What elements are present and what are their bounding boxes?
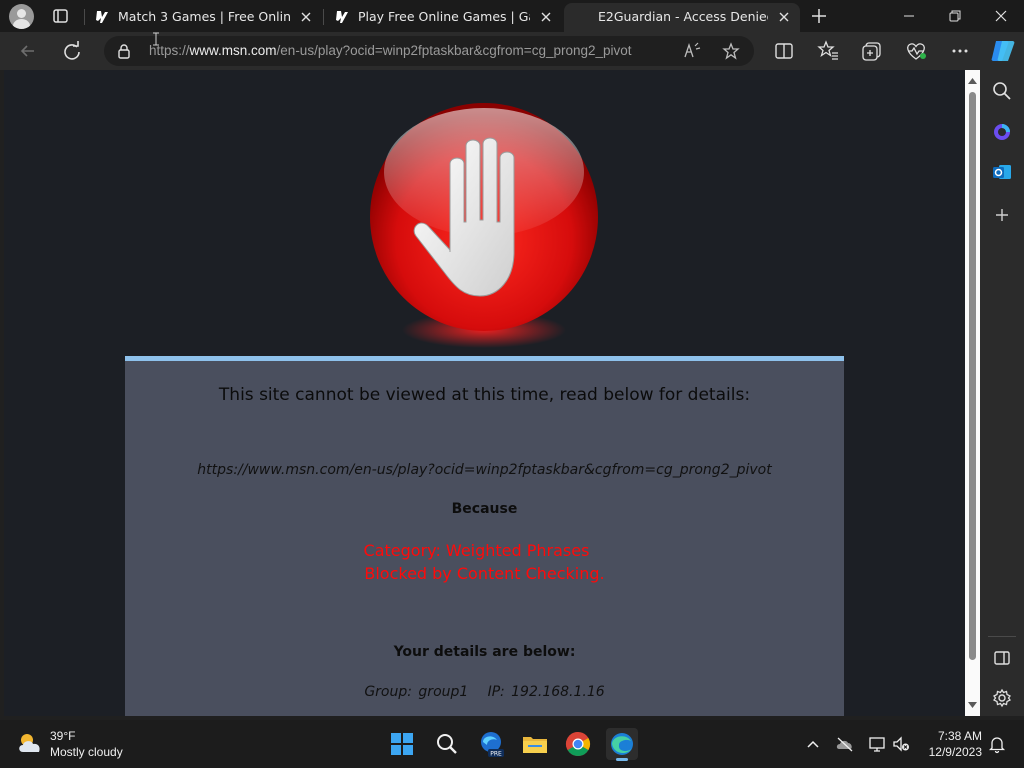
because-label: Because <box>451 501 518 517</box>
tab-title: E2Guardian - Access Denied <box>598 9 768 24</box>
chrome-icon[interactable] <box>562 728 594 760</box>
tab-strip: Match 3 Games | Free Online Ma Play Free… <box>0 0 1024 32</box>
user-details: Group: group1 IP: 192.168.1.16 <box>364 684 605 700</box>
scroll-down-icon[interactable] <box>967 700 978 710</box>
scroll-up-icon[interactable] <box>967 76 978 86</box>
favorite-star-icon[interactable] <box>722 42 740 60</box>
edge-taskbar-button[interactable] <box>606 728 638 761</box>
back-arrow-icon[interactable] <box>14 39 42 63</box>
block-reason: Blocked by Content Checking. <box>364 564 605 583</box>
msn-games-icon <box>96 11 108 23</box>
details-heading: Your details are below: <box>393 644 576 660</box>
onedrive-offline-icon[interactable] <box>835 734 855 754</box>
browser-toolbar: https://www.msn.com/en-us/play?ocid=winp… <box>0 32 1024 70</box>
blocked-url: https://www.msn.com/en-us/play?ocid=winp… <box>197 462 772 478</box>
weather-description[interactable]: Mostly cloudy <box>50 745 123 759</box>
page-scrollbar[interactable] <box>965 70 980 716</box>
close-tab-icon[interactable] <box>538 9 554 25</box>
notification-bell-icon[interactable] <box>987 734 1007 754</box>
favorites-icon[interactable] <box>814 39 842 63</box>
clock-time[interactable]: 7:38 AM <box>924 729 982 743</box>
stop-hand-icon <box>370 103 598 348</box>
sidebar-settings-gear-icon[interactable] <box>990 686 1014 710</box>
browser-essentials-icon[interactable] <box>902 39 930 63</box>
tab-play-free-games[interactable]: Play Free Online Games | Games <box>326 3 562 32</box>
msn-games-icon <box>336 11 348 23</box>
close-window-icon[interactable] <box>978 0 1024 32</box>
windows-taskbar: 39°F Mostly cloudy PRE 7:38 AM 12/9/2023 <box>0 720 1024 768</box>
weather-cloudy-icon[interactable] <box>16 730 44 756</box>
profile-avatar[interactable] <box>9 4 34 29</box>
chevron-up-icon[interactable] <box>803 734 823 754</box>
tab-actions-icon[interactable] <box>46 4 74 28</box>
split-screen-icon[interactable] <box>770 39 798 63</box>
add-sidebar-app-icon[interactable] <box>990 203 1014 227</box>
scroll-thumb[interactable] <box>969 92 976 660</box>
tab-title: Play Free Online Games | Games <box>358 9 530 24</box>
tab-separator <box>323 9 324 25</box>
new-tab-icon[interactable] <box>806 4 832 28</box>
minimize-icon[interactable] <box>886 0 932 32</box>
address-bar[interactable]: https://www.msn.com/en-us/play?ocid=winp… <box>104 36 754 66</box>
more-options-icon[interactable] <box>946 39 974 63</box>
copilot-icon[interactable] <box>988 37 1018 65</box>
page-heading: This site cannot be viewed at this time,… <box>218 385 751 405</box>
close-tab-icon[interactable] <box>776 9 792 25</box>
block-category: Category: Weighted Phrases <box>363 541 590 560</box>
page-viewport: This site cannot be viewed at this time,… <box>4 70 965 716</box>
svg-text:PRE: PRE <box>490 751 502 758</box>
search-icon[interactable] <box>431 728 463 760</box>
restore-icon[interactable] <box>932 0 978 32</box>
edge-beta-icon[interactable]: PRE <box>475 728 507 760</box>
refresh-icon[interactable] <box>58 39 86 63</box>
hide-sidebar-icon[interactable] <box>990 646 1014 670</box>
tab-title: Match 3 Games | Free Online Ma <box>118 9 290 24</box>
tab-match3-games[interactable]: Match 3 Games | Free Online Ma <box>86 3 322 32</box>
network-icon[interactable] <box>867 734 887 754</box>
file-explorer-icon[interactable] <box>519 728 551 760</box>
tab-separator <box>84 9 85 25</box>
text-cursor-icon <box>153 32 159 46</box>
outlook-icon[interactable] <box>990 160 1014 184</box>
weather-temperature[interactable]: 39°F <box>50 729 75 743</box>
lock-icon[interactable] <box>116 43 132 59</box>
url-text[interactable]: https://www.msn.com/en-us/play?ocid=winp… <box>149 43 632 58</box>
sidebar-divider <box>988 636 1016 637</box>
collections-icon[interactable] <box>858 39 886 63</box>
copilot-sidebar-icon[interactable] <box>990 120 1014 144</box>
read-aloud-icon[interactable] <box>682 42 702 60</box>
windows-start-icon[interactable] <box>386 728 418 760</box>
edge-icon <box>611 733 633 755</box>
edge-sidebar <box>980 70 1024 716</box>
clock-date[interactable]: 12/9/2023 <box>918 745 982 759</box>
access-denied-card: This site cannot be viewed at this time,… <box>125 356 844 716</box>
tab-e2guardian[interactable]: E2Guardian - Access Denied <box>564 3 800 32</box>
volume-muted-icon[interactable] <box>891 734 911 754</box>
close-tab-icon[interactable] <box>298 9 314 25</box>
search-icon[interactable] <box>990 79 1014 103</box>
